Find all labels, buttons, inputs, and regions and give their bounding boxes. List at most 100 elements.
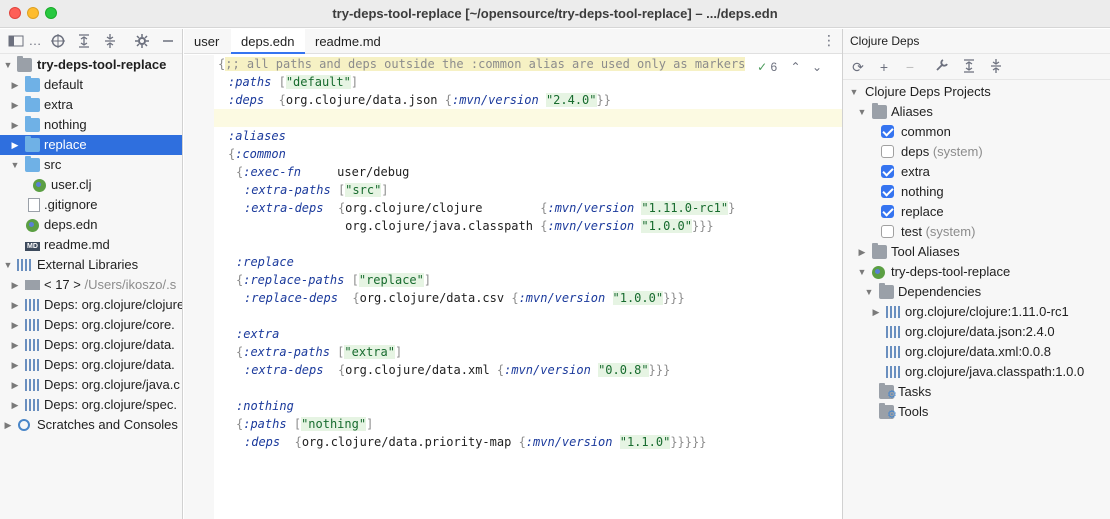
dependency-item[interactable]: org.clojure/java.classpath:1.0.0 — [843, 362, 1110, 382]
chevron-right-icon[interactable]: ▶ — [10, 315, 20, 335]
chevron-down-icon[interactable]: ▼ — [857, 102, 867, 122]
alias-deps[interactable]: deps (system) — [843, 142, 1110, 162]
chevron-down-icon[interactable]: ▼ — [857, 262, 867, 282]
chevron-down-icon[interactable]: ▼ — [3, 55, 13, 75]
dependency-item[interactable]: org.clojure/data.json:2.4.0 — [843, 322, 1110, 342]
chevron-down-icon[interactable]: ⌄ — [812, 60, 822, 74]
tree-item-jdk[interactable]: ▶ < 17 > /Users/ikoszo/.s — [0, 275, 182, 295]
tree-item-src[interactable]: ▼ src — [0, 155, 182, 175]
chevron-right-icon[interactable]: ▶ — [10, 355, 20, 375]
code-line[interactable]: :replace — [236, 253, 294, 271]
code-line[interactable]: :extra — [236, 325, 279, 343]
code-line[interactable]: :replace-deps {org.clojure/data.csv {:mv… — [244, 289, 685, 307]
tree-item-deps-projects[interactable]: ▼ Clojure Deps Projects — [843, 82, 1110, 102]
tree-item-dependencies[interactable]: ▼ Dependencies — [843, 282, 1110, 302]
add-icon[interactable]: + — [875, 58, 893, 76]
chevron-right-icon[interactable]: ▶ — [10, 375, 20, 395]
tree-item-deps-edn[interactable]: deps.edn — [0, 215, 182, 235]
chevron-right-icon[interactable]: ▶ — [10, 135, 20, 155]
code-line[interactable]: {:exec-fn user/debug — [236, 163, 409, 181]
chevron-down-icon[interactable]: ▼ — [849, 82, 859, 102]
code-line[interactable]: :nothing — [236, 397, 294, 415]
alias-checkbox[interactable] — [881, 185, 894, 198]
code-line[interactable]: :deps {org.clojure/data.json {:mvn/versi… — [228, 91, 611, 109]
chevron-down-icon[interactable]: ▼ — [864, 282, 874, 302]
code-line[interactable]: org.clojure/java.classpath {:mvn/version… — [244, 217, 714, 235]
tree-item-lib[interactable]: ▶ Deps: org.clojure/data. — [0, 335, 182, 355]
chevron-right-icon[interactable]: ▶ — [10, 295, 20, 315]
chevron-right-icon[interactable]: ▶ — [10, 275, 20, 295]
tree-item-default[interactable]: ▶ default — [0, 75, 182, 95]
collapse-all-icon[interactable] — [102, 33, 118, 49]
chevron-right-icon[interactable]: ▶ — [10, 335, 20, 355]
project-view-icon[interactable] — [8, 33, 24, 49]
tree-item-replace[interactable]: ▶ replace — [0, 135, 182, 155]
chevron-right-icon[interactable]: ▶ — [10, 395, 20, 415]
tree-item-deps-project[interactable]: ▼ try-deps-tool-replace — [843, 262, 1110, 282]
chevron-right-icon[interactable]: ▶ — [871, 302, 881, 322]
tree-item-nothing[interactable]: ▶ nothing — [0, 115, 182, 135]
tree-item-tasks[interactable]: ⚙ Tasks — [843, 382, 1110, 402]
code-line[interactable]: :extra-deps {org.clojure/data.xml {:mvn/… — [244, 361, 670, 379]
tree-item-readme-md[interactable]: MD readme.md — [0, 235, 182, 255]
chevron-down-icon[interactable]: … — [27, 33, 43, 49]
tree-item-external-libraries[interactable]: ▼ External Libraries — [0, 255, 182, 275]
chevron-down-icon[interactable]: ▼ — [10, 155, 20, 175]
tree-item-project-root[interactable]: ▼ try-deps-tool-replace — [0, 55, 182, 75]
refresh-icon[interactable]: ⟳ — [849, 58, 867, 76]
tree-item-tool-aliases[interactable]: ▶ Tool Aliases — [843, 242, 1110, 262]
chevron-right-icon[interactable]: ▶ — [10, 75, 20, 95]
alias-checkbox[interactable] — [881, 145, 894, 158]
code-line[interactable]: {;; all paths and deps outside the :comm… — [218, 55, 746, 73]
tree-item-lib[interactable]: ▶ Deps: org.clojure/spec. — [0, 395, 182, 415]
tree-item-lib[interactable]: ▶ Deps: org.clojure/java.c — [0, 375, 182, 395]
tree-item-aliases[interactable]: ▼ Aliases — [843, 102, 1110, 122]
tab-user[interactable]: user — [184, 29, 229, 54]
alias-checkbox[interactable] — [881, 165, 894, 178]
alias-test[interactable]: test (system) — [843, 222, 1110, 242]
code-line[interactable]: :extra-paths ["src"] — [244, 181, 389, 199]
code-line[interactable]: {:extra-paths ["extra"] — [236, 343, 402, 361]
code-line[interactable]: {:paths ["nothing"] — [236, 415, 373, 433]
dependency-item[interactable]: org.clojure/data.xml:0.0.8 — [843, 342, 1110, 362]
tree-item-scratches[interactable]: ▶ Scratches and Consoles — [0, 415, 182, 435]
alias-replace[interactable]: replace — [843, 202, 1110, 222]
expand-all-icon[interactable] — [76, 33, 92, 49]
alias-checkbox[interactable] — [881, 205, 894, 218]
code-line[interactable]: :paths ["default"] — [228, 73, 358, 91]
expand-all-icon[interactable] — [960, 58, 978, 76]
hide-icon[interactable] — [160, 33, 176, 49]
code-line[interactable]: :deps {org.clojure/data.priority-map {:m… — [244, 433, 706, 451]
tree-item-lib[interactable]: ▶ Deps: org.clojure/clojure — [0, 295, 182, 315]
dependency-item[interactable]: ▶ org.clojure/clojure:1.11.0-rc1 — [843, 302, 1110, 322]
chevron-right-icon[interactable]: ▶ — [857, 242, 867, 262]
wrench-icon[interactable] — [933, 58, 951, 76]
chevron-right-icon[interactable]: ▶ — [10, 95, 20, 115]
alias-checkbox[interactable] — [881, 125, 894, 138]
tree-item-gitignore[interactable]: .gitignore — [0, 195, 182, 215]
tree-item-tools[interactable]: ⚙ Tools — [843, 402, 1110, 422]
locate-icon[interactable] — [50, 33, 66, 49]
alias-common[interactable]: common — [843, 122, 1110, 142]
tree-item-lib[interactable]: ▶ Deps: org.clojure/core. — [0, 315, 182, 335]
tab-readme-md[interactable]: readme.md — [305, 29, 391, 54]
collapse-all-icon[interactable] — [987, 58, 1005, 76]
chevron-up-icon[interactable]: ⌃ — [791, 60, 801, 74]
alias-extra[interactable]: extra — [843, 162, 1110, 182]
chevron-right-icon[interactable]: ▶ — [10, 115, 20, 135]
inspection-widget[interactable]: ✓ 6 ⌃ ⌄ — [757, 60, 822, 74]
tab-deps-edn[interactable]: deps.edn — [231, 29, 305, 54]
code-line[interactable]: :aliases — [228, 127, 286, 145]
code-line[interactable]: {:common — [228, 145, 286, 163]
tree-item-user-clj[interactable]: user.clj — [0, 175, 182, 195]
settings-icon[interactable] — [134, 33, 150, 49]
tree-item-lib[interactable]: ▶ Deps: org.clojure/data. — [0, 355, 182, 375]
alias-nothing[interactable]: nothing — [843, 182, 1110, 202]
chevron-right-icon[interactable]: ▶ — [3, 415, 13, 435]
code-line[interactable]: {:replace-paths ["replace"] — [236, 271, 431, 289]
more-icon[interactable]: ⋮ — [822, 32, 836, 49]
alias-checkbox[interactable] — [881, 225, 894, 238]
code-line[interactable]: :extra-deps {org.clojure/clojure {:mvn/v… — [244, 199, 735, 217]
chevron-down-icon[interactable]: ▼ — [3, 255, 13, 275]
remove-icon[interactable]: − — [901, 58, 919, 76]
